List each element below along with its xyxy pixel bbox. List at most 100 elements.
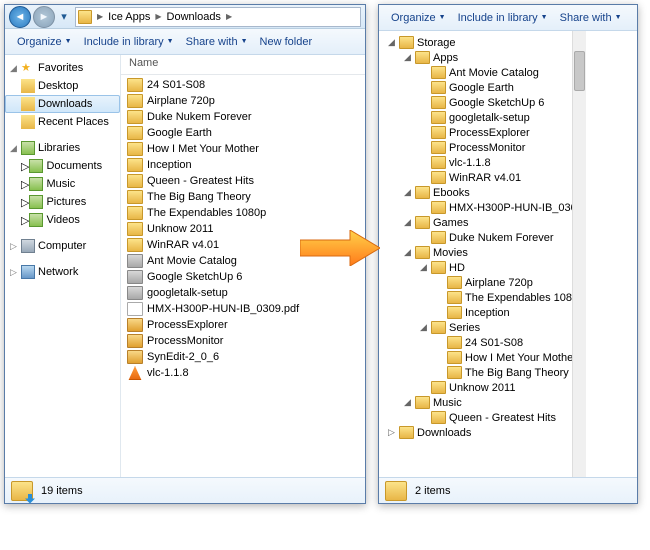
nav-item-recent-places[interactable]: Recent Places (5, 113, 120, 131)
nav-item-downloads[interactable]: Downloads (5, 95, 120, 113)
collapse-icon[interactable]: ◢ (387, 37, 396, 48)
nav-item-documents[interactable]: ▷Documents (5, 157, 120, 175)
tree-node-label: HMX-H300P-HUN-IB_0309 (449, 202, 583, 214)
expand-icon[interactable]: ▷ (21, 214, 29, 227)
file-row[interactable]: Airplane 720p (125, 93, 361, 109)
tree-node[interactable]: ◢Storage (381, 35, 584, 50)
tree-node[interactable]: WinRAR v4.01 (381, 170, 584, 185)
share-with-menu[interactable]: Share with▼ (554, 12, 628, 24)
tree-node[interactable]: Duke Nukem Forever (381, 230, 584, 245)
nav-item-pictures[interactable]: ▷Pictures (5, 193, 120, 211)
new-folder-button[interactable]: New folder (254, 36, 319, 48)
file-row[interactable]: ProcessMonitor (125, 333, 361, 349)
tree-node[interactable]: ◢Apps (381, 50, 584, 65)
organize-menu[interactable]: Organize▼ (385, 12, 452, 24)
collapse-icon[interactable]: ◢ (9, 143, 18, 154)
tree-node[interactable]: ◢Music (381, 395, 584, 410)
file-name: Duke Nukem Forever (147, 111, 252, 123)
tree-node[interactable]: ◢Ebooks (381, 185, 584, 200)
expand-icon[interactable]: ▷ (9, 241, 18, 252)
folder-icon (21, 115, 35, 129)
include-in-library-menu[interactable]: Include in library▼ (78, 36, 180, 48)
nav-libraries-header[interactable]: ◢ Libraries (5, 139, 120, 157)
tree-node-label: Unknow 2011 (449, 382, 515, 394)
file-row[interactable]: ProcessExplorer (125, 317, 361, 333)
nav-history-dropdown[interactable]: ▾ (57, 7, 71, 27)
file-row[interactable]: googletalk-setup (125, 285, 361, 301)
collapse-icon[interactable]: ◢ (9, 63, 18, 74)
scrollbar-thumb[interactable] (574, 51, 585, 91)
tree-node[interactable]: ◢HD (381, 260, 584, 275)
nav-forward-button[interactable]: ► (33, 6, 55, 28)
tree-node[interactable]: vlc-1.1.8 (381, 155, 584, 170)
column-header-name[interactable]: Name (121, 55, 365, 75)
collapse-icon[interactable]: ◢ (403, 247, 412, 258)
tree-node[interactable]: ProcessMonitor (381, 140, 584, 155)
collapse-icon[interactable]: ◢ (403, 52, 412, 63)
tree-node[interactable]: Unknow 2011 (381, 380, 584, 395)
tree-node[interactable]: How I Met Your Mother (381, 350, 584, 365)
breadcrumb-chevron-icon[interactable]: ▶ (94, 12, 106, 21)
expand-icon[interactable]: ▷ (21, 178, 29, 191)
breadcrumb-chevron-icon[interactable]: ▶ (223, 12, 235, 21)
file-row[interactable]: SynEdit-2_0_6 (125, 349, 361, 365)
expand-icon[interactable]: ▷ (21, 196, 29, 209)
tree-node-label: The Expendables 1080p (465, 292, 584, 304)
address-bar[interactable]: ▶ Ice Apps ▶ Downloads ▶ (75, 7, 361, 27)
folder-icon (21, 97, 35, 111)
nav-item-music[interactable]: ▷Music (5, 175, 120, 193)
tree-node[interactable]: HMX-H300P-HUN-IB_0309 (381, 200, 584, 215)
tree-node[interactable]: Ant Movie Catalog (381, 65, 584, 80)
tree-node[interactable]: ◢Movies (381, 245, 584, 260)
expand-icon[interactable]: ▷ (21, 160, 29, 173)
breadcrumb-segment[interactable]: Downloads (165, 11, 223, 23)
tree-node[interactable]: ◢Series (381, 320, 584, 335)
nav-favorites-header[interactable]: ◢ ★ Favorites (5, 59, 120, 77)
share-with-menu[interactable]: Share with▼ (180, 36, 254, 48)
file-row[interactable]: The Big Bang Theory (125, 189, 361, 205)
tree-node[interactable]: Queen - Greatest Hits (381, 410, 584, 425)
tree-node[interactable]: Google Earth (381, 80, 584, 95)
nav-back-button[interactable]: ◄ (9, 6, 31, 28)
tree-node-label: Queen - Greatest Hits (449, 412, 556, 424)
collapse-icon[interactable]: ◢ (419, 262, 428, 273)
breadcrumb-chevron-icon[interactable]: ▶ (152, 12, 164, 21)
organize-menu[interactable]: Organize▼ (11, 36, 78, 48)
collapse-icon[interactable]: ◢ (419, 322, 428, 333)
nav-network-header[interactable]: ▷ Network (5, 263, 120, 281)
file-row[interactable]: Queen - Greatest Hits (125, 173, 361, 189)
tree-node-label: 24 S01-S08 (465, 337, 523, 349)
file-row[interactable]: Inception (125, 157, 361, 173)
file-row[interactable]: How I Met Your Mother (125, 141, 361, 157)
tree-node[interactable]: The Expendables 1080p (381, 290, 584, 305)
folder-icon (431, 141, 446, 154)
collapse-icon[interactable]: ◢ (403, 397, 412, 408)
collapse-icon[interactable]: ◢ (403, 187, 412, 198)
tree-node[interactable]: ProcessExplorer (381, 125, 584, 140)
tree-node[interactable]: ◢Games (381, 215, 584, 230)
tree-node[interactable]: ▷Downloads (381, 425, 584, 440)
tree-node[interactable]: Inception (381, 305, 584, 320)
breadcrumb-segment[interactable]: Ice Apps (106, 11, 152, 23)
file-row[interactable]: vlc-1.1.8 (125, 365, 361, 381)
tree-node[interactable]: googletalk-setup (381, 110, 584, 125)
file-row[interactable]: HMX-H300P-HUN-IB_0309.pdf (125, 301, 361, 317)
nav-computer-header[interactable]: ▷ Computer (5, 237, 120, 255)
file-row[interactable]: 24 S01-S08 (125, 77, 361, 93)
file-row[interactable]: The Expendables 1080p (125, 205, 361, 221)
file-row[interactable]: Google SketchUp 6 (125, 269, 361, 285)
file-row[interactable]: Duke Nukem Forever (125, 109, 361, 125)
scrollbar[interactable] (572, 31, 586, 477)
expand-icon[interactable]: ▷ (9, 267, 18, 278)
nav-item-videos[interactable]: ▷Videos (5, 211, 120, 229)
include-in-library-menu[interactable]: Include in library▼ (452, 12, 554, 24)
tree-node-label: Duke Nukem Forever (449, 232, 554, 244)
tree-node[interactable]: The Big Bang Theory (381, 365, 584, 380)
file-row[interactable]: Google Earth (125, 125, 361, 141)
nav-item-desktop[interactable]: Desktop (5, 77, 120, 95)
expand-icon[interactable]: ▷ (387, 427, 396, 438)
tree-node[interactable]: 24 S01-S08 (381, 335, 584, 350)
tree-node[interactable]: Google SketchUp 6 (381, 95, 584, 110)
collapse-icon[interactable]: ◢ (403, 217, 412, 228)
tree-node[interactable]: Airplane 720p (381, 275, 584, 290)
